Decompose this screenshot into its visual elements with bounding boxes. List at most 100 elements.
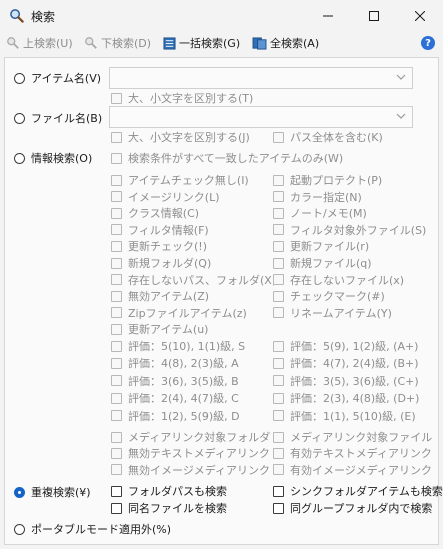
info-left-item-checkbox[interactable]: 存在しないパス、フォルダ(X) (111, 272, 276, 288)
checkbox-box (111, 224, 122, 236)
search-up-button[interactable]: 上検索(U) (6, 35, 73, 51)
info-left-item-checkbox[interactable]: 更新アイテム(u) (111, 321, 208, 337)
checkbox-box (111, 340, 122, 352)
checkbox-box (111, 174, 122, 186)
rating-left-item-label: 評価：2(4), 4(7)級, C (128, 392, 239, 406)
radio-file-name[interactable]: ファイル名(B) (14, 110, 102, 126)
checkbox-box (111, 152, 122, 164)
same-name-checkbox[interactable]: 同名ファイルを検索 (111, 500, 227, 516)
checkbox-box (111, 447, 122, 459)
rating-right-item-checkbox[interactable]: 評価：3(5), 3(6)級, (C+) (273, 373, 419, 389)
checkbox-box (273, 392, 284, 404)
radio-item-name-label: アイテム名(V) (31, 72, 102, 85)
rating-left-item-checkbox[interactable]: 評価：1(2), 5(9)級, D (111, 408, 240, 424)
info-right-item-checkbox[interactable]: ノート/メモ(M) (273, 205, 367, 221)
media-left-item-checkbox[interactable]: 無効テキストメディアリンク (111, 445, 270, 461)
batch-search-button[interactable]: 一括検索(G) (163, 35, 240, 51)
media-left-item-checkbox[interactable]: メディアリンク対象フォルダ (111, 429, 270, 445)
info-left-item-label: 無効アイテム(Z) (128, 290, 210, 304)
info-left-item-checkbox[interactable]: フィルタ情報(F) (111, 222, 209, 238)
media-left-item-label: メディアリンク対象フォルダ (128, 431, 271, 444)
info-right-item-checkbox[interactable]: カラー指定(N) (273, 189, 362, 205)
info-right-item-checkbox[interactable]: フィルタ対象外ファイル(S) (273, 222, 426, 238)
info-left-item-label: フィルタ情報(F) (128, 223, 209, 237)
search-down-button[interactable]: 下検索(D) (84, 35, 151, 51)
checkbox-box (273, 410, 284, 422)
rating-right-item-checkbox[interactable]: 評価：5(9), 1(2)級, (A+) (273, 338, 418, 354)
rating-right-item-checkbox[interactable]: 評価：2(3), 4(8)級, (D+) (273, 390, 419, 406)
info-right-item-label: ノート/メモ(M) (290, 207, 367, 221)
media-right-item-checkbox[interactable]: メディアリンク対象ファイル (273, 429, 432, 445)
info-left-item-checkbox[interactable]: アイテムチェック無し(I) (111, 172, 249, 188)
all-match-checkbox[interactable]: 検索条件がすべて一致したアイテムのみ(W) (111, 150, 343, 166)
full-path-checkbox[interactable]: パス全体を含む(K) (273, 129, 383, 145)
info-left-item-checkbox[interactable]: 無効アイテム(Z) (111, 288, 209, 304)
same-group-checkbox[interactable]: 同グループフォルダ内で検索 (273, 500, 432, 516)
radio-file-name-label: ファイル名(B) (31, 112, 103, 125)
info-right-item-checkbox[interactable]: リネームアイテム(Y) (273, 305, 392, 321)
info-left-item-label: アイテムチェック無し(I) (128, 174, 249, 187)
radio-duplicate-search[interactable]: 重複検索(¥) (14, 484, 91, 500)
checkbox-box (273, 290, 284, 302)
media-left-item-checkbox[interactable]: 無効イメージメディアリンク (111, 462, 270, 478)
rating-left-item-checkbox[interactable]: 評価：3(6), 3(5)級, B (111, 373, 239, 389)
rating-left-item-label: 評価：1(2), 5(9)級, D (128, 409, 240, 423)
checkbox-box (111, 191, 122, 203)
search-up-icon (7, 37, 19, 49)
info-right-item-checkbox[interactable]: 更新ファイル(r) (273, 238, 369, 254)
radio-portable-mode[interactable]: ポータブルモード適用外(%) (14, 521, 171, 537)
checkbox-box (111, 274, 122, 286)
info-right-item-checkbox[interactable]: チェックマーク(#) (273, 288, 385, 304)
search-up-label: 上検索(U) (23, 37, 73, 50)
rating-left-item-label: 評価：5(10), 1(1)級, S (128, 340, 246, 353)
sync-folder-checkbox[interactable]: シンクフォルダアイテムも検索 (273, 483, 443, 499)
radio-indicator-selected (14, 486, 25, 498)
info-right-item-checkbox[interactable]: 新規ファイル(q) (273, 255, 372, 271)
info-right-item-checkbox[interactable]: 存在しないファイル(x) (273, 272, 404, 288)
radio-item-name[interactable]: アイテム名(V) (14, 70, 101, 86)
rating-right-item-checkbox[interactable]: 評価：1(1), 5(10)級, (E) (273, 408, 416, 424)
help-icon[interactable]: ? (421, 36, 435, 50)
info-left-item-checkbox[interactable]: クラス情報(C) (111, 205, 199, 221)
sync-folder-label: シンクフォルダアイテムも検索 (290, 485, 443, 498)
radio-duplicate-label: 重複検索(¥) (31, 486, 91, 499)
checkbox-box (273, 307, 284, 319)
close-button[interactable] (397, 0, 443, 32)
case-sensitive-item-checkbox[interactable]: 大、小文字を区別する(T) (111, 90, 253, 106)
rating-right-item-label: 評価：2(3), 4(8)級, (D+) (290, 392, 420, 406)
search-all-label: 全検索(A) (270, 37, 320, 50)
checkbox-box (111, 485, 122, 497)
checkbox-box (111, 257, 122, 269)
info-left-item-checkbox[interactable]: イメージリンク(L) (111, 189, 220, 205)
minimize-icon (323, 15, 333, 17)
info-left-item-label: 存在しないパス、フォルダ(X) (128, 273, 277, 287)
rating-right-item-label: 評価：1(1), 5(10)級, (E) (290, 409, 416, 423)
search-icon (10, 9, 24, 23)
checkbox-box (273, 502, 284, 514)
minimize-button[interactable] (305, 0, 351, 32)
case-sensitive-item-label: 大、小文字を区別する(T) (128, 92, 254, 105)
rating-left-item-checkbox[interactable]: 評価：5(10), 1(1)級, S (111, 338, 245, 354)
case-sensitive-file-checkbox[interactable]: 大、小文字を区別する(J) (111, 129, 250, 145)
media-right-item-checkbox[interactable]: 有効テキストメディアリンク (273, 445, 432, 461)
info-right-item-checkbox[interactable]: 起動プロテクト(P) (273, 172, 382, 188)
info-right-item-label: リネームアイテム(Y) (290, 306, 392, 320)
rating-left-item-checkbox[interactable]: 評価：4(8), 2(3)級, A (111, 355, 239, 371)
radio-info-search[interactable]: 情報検索(O) (14, 150, 92, 166)
radio-indicator (14, 112, 25, 124)
full-path-label: パス全体を含む(K) (290, 131, 383, 144)
rating-right-item-checkbox[interactable]: 評価：4(7), 2(4)級, (B+) (273, 355, 419, 371)
folder-path-checkbox[interactable]: フォルダパスも検索 (111, 483, 227, 499)
item-name-combo[interactable] (109, 67, 413, 89)
search-all-button[interactable]: 全検索(A) (252, 35, 319, 51)
maximize-button[interactable] (351, 0, 397, 32)
media-left-item-label: 無効テキストメディアリンク (128, 447, 270, 461)
info-left-item-checkbox[interactable]: Zipファイルアイテム(z) (111, 305, 247, 321)
rating-left-item-checkbox[interactable]: 評価：2(4), 4(7)級, C (111, 390, 239, 406)
info-left-item-label: クラス情報(C) (128, 207, 200, 221)
rating-right-item-label: 評価：4(7), 2(4)級, (B+) (290, 357, 419, 371)
info-left-item-checkbox[interactable]: 新規フォルダ(Q) (111, 255, 211, 271)
info-left-item-checkbox[interactable]: 更新チェック(!) (111, 238, 207, 254)
media-right-item-checkbox[interactable]: 有効イメージメディアリンク (273, 462, 432, 478)
file-name-combo[interactable] (109, 106, 413, 128)
